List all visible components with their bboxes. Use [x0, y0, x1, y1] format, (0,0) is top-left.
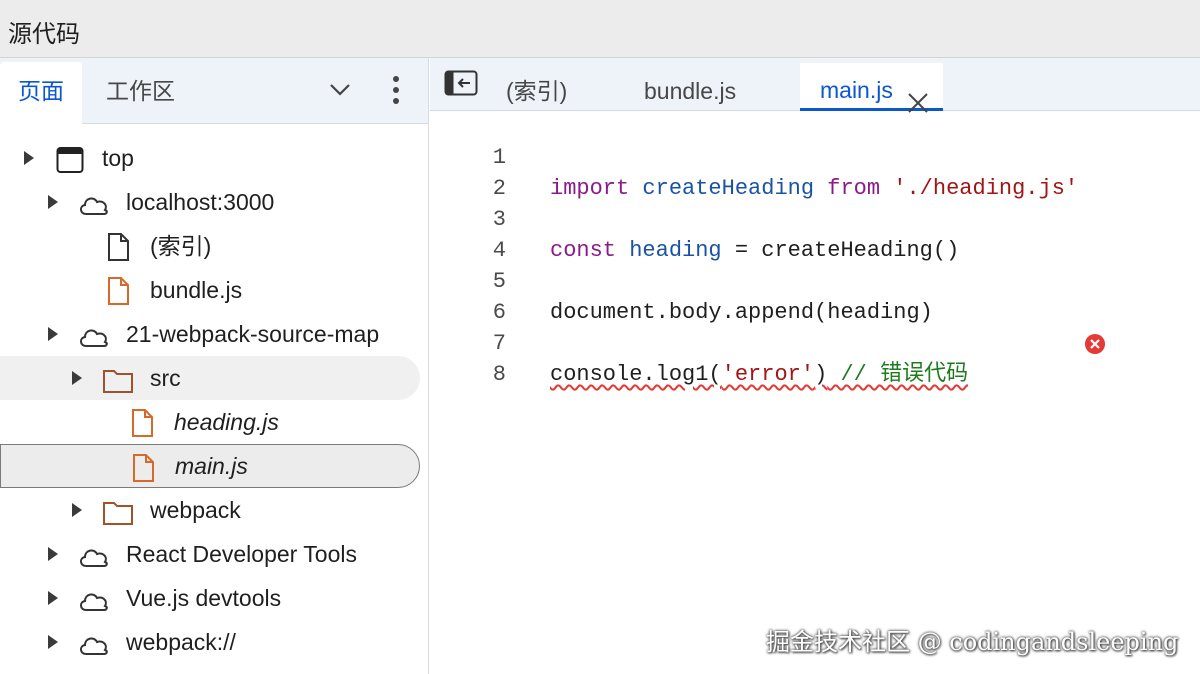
- expand-arrow-icon[interactable]: [48, 591, 58, 605]
- editor-tab-bundle-js[interactable]: bundle.js: [644, 63, 736, 111]
- tree-item-webpack-folder[interactable]: webpack: [0, 488, 420, 532]
- panel-title: 源代码: [8, 21, 80, 48]
- watermark: 掘金技术社区 @ codingandsleeping: [766, 628, 1179, 656]
- code-token: // 错误代码: [827, 362, 969, 387]
- tree-item-label: src: [150, 365, 181, 391]
- tree-item-label: bundle.js: [150, 277, 243, 303]
- tree-item-top[interactable]: top: [0, 136, 420, 180]
- tree-item-heading-js[interactable]: heading.js: [0, 400, 420, 444]
- editor-tab-index[interactable]: (索引): [506, 63, 567, 111]
- line-number: 8: [492, 362, 506, 387]
- code-line-error: 7 console.log1('error') // 错误代码: [430, 297, 1200, 387]
- code-line: 5 document.body.append(heading): [430, 235, 1200, 325]
- tree-item-webpack-protocol[interactable]: webpack://: [0, 620, 420, 664]
- tree-item-main-js[interactable]: main.js: [0, 444, 420, 488]
- expand-arrow-icon[interactable]: [24, 151, 34, 165]
- toggle-navigator-icon[interactable]: [444, 70, 478, 98]
- expand-arrow-icon[interactable]: [48, 327, 58, 341]
- expand-arrow-icon[interactable]: [72, 503, 82, 517]
- tab-workspace[interactable]: 工作区: [88, 62, 193, 124]
- expand-arrow-icon[interactable]: [48, 635, 58, 649]
- navigator-tabs: 页面 工作区: [0, 58, 428, 124]
- code-token: console.log1(: [550, 362, 722, 387]
- tree-item-label: heading.js: [174, 409, 279, 435]
- tree-item-label: webpack: [150, 497, 241, 523]
- tree-item-webpack-source-map[interactable]: 21-webpack-source-map: [0, 312, 420, 356]
- tree-item-localhost[interactable]: localhost:3000: [0, 180, 420, 224]
- cloud-icon: [78, 628, 110, 672]
- code-line: 3 const heading = createHeading(): [430, 173, 1200, 263]
- tree-item-index[interactable]: (索引): [0, 224, 420, 268]
- code-token: 'error': [721, 362, 815, 387]
- panel-title-bar: 源代码: [0, 0, 1200, 58]
- code-line: 2: [430, 142, 1200, 201]
- tree-item-src-folder[interactable]: src: [0, 356, 420, 400]
- editor-tab-label: main.js: [820, 77, 893, 103]
- tree-item-label: webpack://: [126, 629, 236, 655]
- tree-item-bundle-js[interactable]: bundle.js: [0, 268, 420, 312]
- tree-item-vue-devtools[interactable]: Vue.js devtools: [0, 576, 420, 620]
- editor-tab-main-js[interactable]: main.js: [800, 63, 943, 113]
- tree-item-label: top: [102, 145, 134, 171]
- tree-item-label: localhost:3000: [126, 189, 275, 215]
- code-editor: (索引) bundle.js main.js 1 import createHe…: [430, 58, 1200, 674]
- expand-arrow-icon[interactable]: [48, 547, 58, 561]
- expand-arrow-icon[interactable]: [72, 371, 82, 385]
- tree-item-react-devtools[interactable]: React Developer Tools: [0, 532, 420, 576]
- tree-item-label: main.js: [175, 453, 248, 479]
- chevron-down-icon[interactable]: [320, 68, 360, 112]
- tree-item-label: 21-webpack-source-map: [126, 321, 380, 347]
- tree-item-label: React Developer Tools: [126, 541, 357, 567]
- code-line: 4: [430, 204, 1200, 263]
- expand-arrow-icon[interactable]: [48, 195, 58, 209]
- editor-tabs: (索引) bundle.js main.js: [430, 58, 1200, 113]
- code-line: 1 import createHeading from './heading.j…: [430, 111, 1200, 201]
- code-line: 6: [430, 266, 1200, 325]
- more-menu-icon[interactable]: [376, 68, 416, 112]
- file-navigator: 页面 工作区 top localhost:3000 (索引) bundle.js…: [0, 58, 429, 674]
- code-line: 8: [430, 328, 1200, 387]
- tree-item-label: Vue.js devtools: [126, 585, 282, 611]
- tree-item-label: (索引): [150, 233, 212, 259]
- code-token: ): [814, 362, 828, 387]
- tab-page[interactable]: 页面: [0, 62, 82, 124]
